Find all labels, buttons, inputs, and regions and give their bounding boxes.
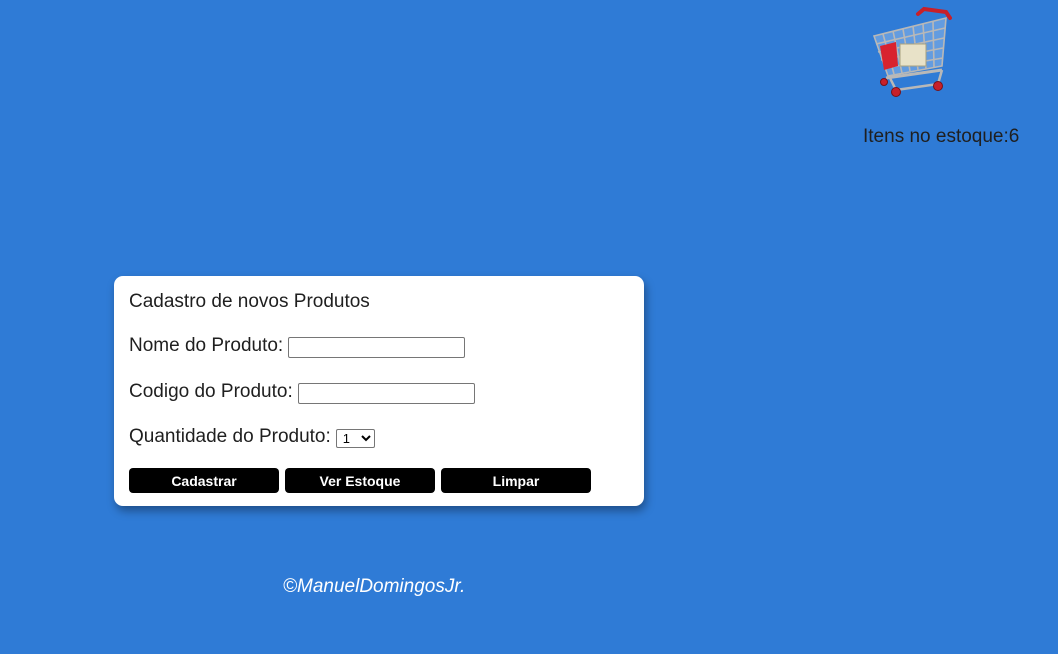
product-code-row: Codigo do Produto: <box>129 380 629 404</box>
view-stock-button[interactable]: Ver Estoque <box>285 468 435 493</box>
product-name-row: Nome do Produto: <box>129 334 629 358</box>
product-name-input[interactable] <box>288 337 466 358</box>
stock-count-label: Itens no estoque:6 <box>863 126 1020 147</box>
product-quantity-label: Quantidade do Produto: <box>129 426 331 447</box>
product-quantity-select[interactable]: 1 <box>335 429 375 448</box>
product-form-card: Cadastro de novos Produtos Nome do Produ… <box>114 276 644 506</box>
form-actions: Cadastrar Ver Estoque Limpar <box>129 468 629 493</box>
form-title: Cadastro de novos Produtos <box>129 291 370 312</box>
product-code-label: Codigo do Produto: <box>129 381 293 402</box>
product-quantity-row: Quantidade do Produto: 1 <box>129 426 629 448</box>
shopping-cart-icon <box>866 4 958 100</box>
product-name-label: Nome do Produto: <box>129 335 284 356</box>
footer-credit: ©ManuelDomingosJr. <box>283 576 466 597</box>
product-code-input[interactable] <box>297 383 475 404</box>
register-button[interactable]: Cadastrar <box>129 468 279 493</box>
clear-button[interactable]: Limpar <box>441 468 591 493</box>
